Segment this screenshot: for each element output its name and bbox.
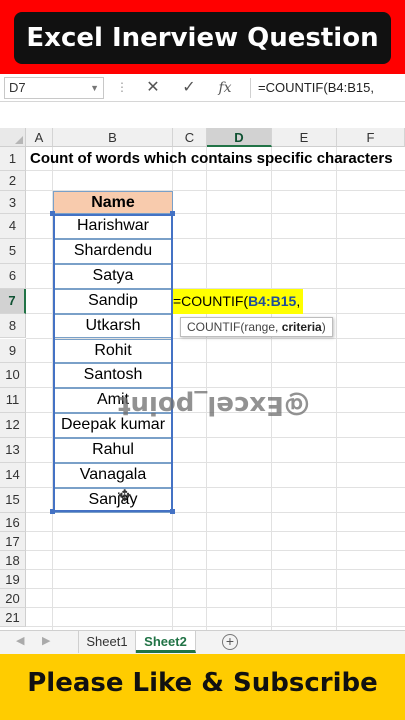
- gridline: [26, 587, 405, 589]
- gridline: [26, 568, 405, 570]
- tooltip-criteria: criteria: [281, 319, 322, 334]
- gridline: [271, 147, 272, 630]
- row-header-20[interactable]: 20: [0, 588, 26, 608]
- row-header-8[interactable]: 8: [0, 313, 26, 339]
- formula-prefix: =COUNTIF(: [173, 292, 249, 309]
- chevron-left-icon[interactable]: ◀: [16, 634, 24, 647]
- row-header-3[interactable]: 3: [0, 191, 26, 214]
- watermark: @Excel_point: [118, 390, 310, 421]
- chevron-down-icon[interactable]: ▼: [90, 78, 99, 98]
- row1-title: Count of words which contains specific c…: [30, 150, 393, 167]
- check-icon[interactable]: ✓: [178, 77, 200, 99]
- table-row[interactable]: Satya: [53, 263, 173, 289]
- chevron-right-icon[interactable]: ▶: [42, 634, 50, 647]
- gridline: [26, 606, 405, 608]
- row-header-17[interactable]: 17: [0, 531, 26, 551]
- formula-range-ref: B4:B15: [248, 292, 297, 309]
- row-header-12[interactable]: 12: [0, 413, 26, 439]
- gridline: [336, 147, 337, 630]
- table-row[interactable]: Rahul: [53, 438, 173, 463]
- row-header-10[interactable]: 10: [0, 363, 26, 389]
- range-handle[interactable]: [170, 211, 175, 216]
- range-handle[interactable]: [170, 509, 175, 514]
- row-header-18[interactable]: 18: [0, 550, 26, 570]
- table-row[interactable]: Sanjay: [53, 487, 173, 513]
- gridline: [26, 625, 405, 627]
- table-header-name[interactable]: Name: [53, 191, 173, 214]
- ribbon-gap: [0, 102, 405, 128]
- fx-icon[interactable]: fx: [214, 77, 236, 99]
- row-header-16[interactable]: 16: [0, 512, 26, 532]
- row-header-7[interactable]: 7: [0, 288, 26, 314]
- cell-formula: =COUNTIF(B4:B15,: [173, 289, 300, 314]
- sheet-tabs-bar: ◀ ▶ Sheet1 Sheet2 +: [0, 630, 405, 654]
- formula-bar: D7 ▼ ⋮ ✕ ✓ fx =COUNTIF(B4:B15,: [0, 74, 405, 102]
- tooltip-text: COUNTIF(range,: [187, 319, 282, 334]
- table-row[interactable]: Rohit: [53, 338, 173, 364]
- gridline: [26, 549, 405, 551]
- move-cursor-icon: ✥: [118, 487, 132, 505]
- close-icon[interactable]: ✕: [142, 77, 164, 99]
- row-header-9[interactable]: 9: [0, 338, 26, 364]
- row-header-15[interactable]: 15: [0, 487, 26, 513]
- table-row[interactable]: Shardendu: [53, 238, 173, 264]
- row-header-13[interactable]: 13: [0, 438, 26, 463]
- table-row[interactable]: Harishwar: [53, 214, 173, 239]
- range-handle[interactable]: [50, 211, 55, 216]
- bottom-banner: Please Like & Subscribe: [0, 654, 405, 720]
- table-row[interactable]: Vanagala: [53, 463, 173, 488]
- row-header-11[interactable]: 11: [0, 388, 26, 414]
- name-box[interactable]: D7 ▼: [4, 77, 104, 99]
- select-all-button[interactable]: [0, 128, 26, 147]
- column-header-c[interactable]: C: [173, 128, 207, 147]
- name-box-value: D7: [9, 80, 26, 95]
- row-header-6[interactable]: 6: [0, 263, 26, 289]
- gridline: [206, 147, 207, 630]
- formula-input[interactable]: =COUNTIF(B4:B15,: [258, 77, 374, 99]
- tab-sheet2[interactable]: Sheet2: [136, 631, 196, 653]
- table-row[interactable]: Sandip: [53, 288, 173, 314]
- gridline: [26, 530, 405, 532]
- add-sheet-button[interactable]: +: [222, 634, 238, 650]
- row-header-19[interactable]: 19: [0, 569, 26, 589]
- table-row[interactable]: Utkarsh: [53, 313, 173, 339]
- tab-sheet1[interactable]: Sheet1: [78, 631, 136, 653]
- row-header-2[interactable]: 2: [0, 171, 26, 191]
- column-header-a[interactable]: A: [26, 128, 53, 147]
- column-header-d[interactable]: D: [207, 128, 272, 147]
- spreadsheet-grid[interactable]: A B C D E F 1 2 3 4 5 6 7 8 9 10 11 12 13 14 15 16 17 18 1…: [0, 128, 405, 630]
- column-header-f[interactable]: F: [337, 128, 405, 147]
- table-row[interactable]: Santosh: [53, 363, 173, 389]
- row-header-5[interactable]: 5: [0, 238, 26, 264]
- row-header-21[interactable]: 21: [0, 607, 26, 627]
- column-header-b[interactable]: B: [53, 128, 173, 147]
- subscribe-text: Please Like & Subscribe: [27, 668, 378, 698]
- tooltip-close: ): [321, 319, 326, 334]
- row-header-4[interactable]: 4: [0, 214, 26, 239]
- top-banner: Excel Inerview Question: [0, 0, 405, 74]
- column-header-e[interactable]: E: [272, 128, 337, 147]
- row-header-14[interactable]: 14: [0, 463, 26, 488]
- formula-suffix: ,: [296, 292, 301, 309]
- banner-title: Excel Inerview Question: [14, 12, 391, 64]
- range-handle[interactable]: [50, 509, 55, 514]
- row-header-1[interactable]: 1: [0, 147, 26, 171]
- function-tooltip[interactable]: COUNTIF(range, criteria): [180, 316, 333, 337]
- more-icon: ⋮: [116, 80, 129, 94]
- formula-bar-divider: [250, 78, 251, 98]
